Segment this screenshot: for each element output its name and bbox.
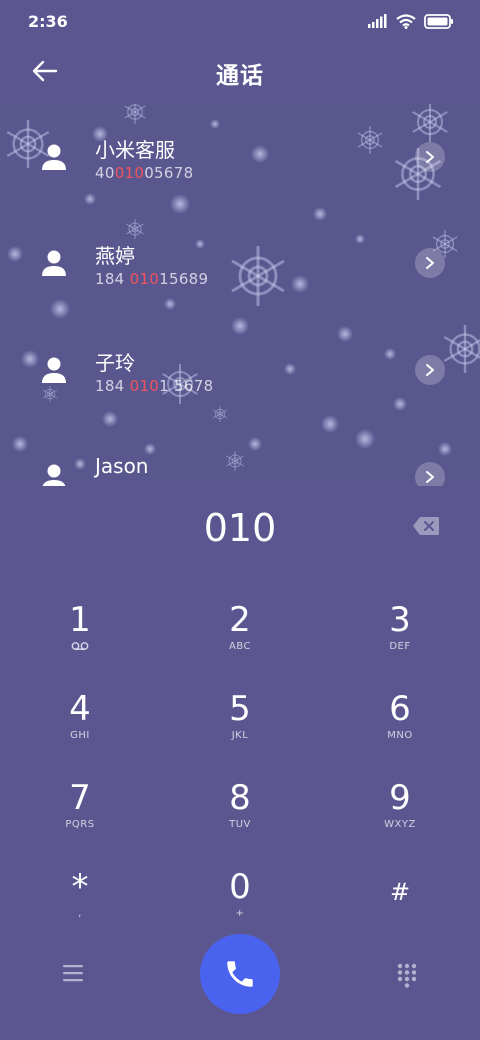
key-letters: TUV — [229, 819, 251, 830]
key-letters: , — [78, 908, 82, 919]
key-4[interactable]: 4 GHI — [20, 689, 140, 767]
key-letters: WXYZ — [384, 819, 416, 830]
key-digit: 7 — [69, 778, 91, 818]
backspace-icon[interactable] — [412, 516, 440, 536]
hamburger-menu-icon[interactable] — [60, 962, 86, 984]
key-letters: DEF — [389, 641, 411, 652]
key-9[interactable]: 9 WXYZ — [340, 778, 460, 856]
key-digit: * — [71, 867, 89, 907]
chevron-right-icon — [426, 257, 434, 269]
key-digit: 5 — [229, 689, 251, 729]
key-digit: 4 — [69, 689, 91, 729]
search-results[interactable]: 小米客服 4001005678 燕婷 184 01015689 子玲 184 0… — [0, 104, 480, 486]
key-3[interactable]: 3 DEF — [340, 600, 460, 678]
contact-name: 子玲 — [95, 351, 135, 375]
phone-icon — [227, 961, 253, 987]
contact-detail-button[interactable] — [415, 355, 445, 385]
chevron-right-icon — [426, 471, 434, 483]
contact-item[interactable]: 子玲 184 0101 5678 — [0, 317, 480, 423]
status-time: 2:36 — [28, 11, 68, 31]
key-digit: # — [389, 878, 411, 906]
key-2[interactable]: 2 ABC — [180, 600, 300, 678]
key-digit: 3 — [389, 600, 411, 640]
key-5[interactable]: 5 JKL — [180, 689, 300, 767]
number-part: 184 — [95, 270, 130, 288]
dialer-panel: 010 1 2 ABC 3 DEF 4 GHI 5 JKL 6 MNO 7 PQ… — [0, 486, 480, 1040]
number-part: 40 — [95, 164, 115, 182]
contact-name: Jason — [95, 454, 149, 478]
number-match: 010 — [114, 164, 145, 182]
key-digit: 9 — [389, 778, 411, 818]
contact-detail-button[interactable] — [415, 142, 445, 172]
person-icon — [42, 144, 66, 170]
number-part: 184 — [95, 377, 130, 395]
key-letters: PQRS — [65, 819, 95, 830]
person-icon — [42, 357, 66, 383]
chevron-right-icon — [426, 151, 434, 163]
key-digit: 8 — [229, 778, 251, 818]
dialer-bottom-bar — [0, 934, 480, 1014]
key-digit: 0 — [229, 867, 251, 907]
contact-detail-button[interactable] — [415, 462, 445, 486]
key-6[interactable]: 6 MNO — [340, 689, 460, 767]
person-icon — [42, 250, 66, 276]
key-digit: 2 — [229, 600, 251, 640]
chevron-right-icon — [426, 364, 434, 376]
page-title: 通话 — [216, 63, 264, 89]
contact-number: 184 01015689 — [95, 270, 208, 288]
voicemail-icon — [71, 642, 89, 650]
wifi-icon — [396, 13, 416, 29]
contact-name: 燕婷 — [95, 244, 135, 268]
contact-number: 4001005678 — [95, 164, 193, 182]
key-digit: 1 — [69, 600, 91, 640]
key-letters: JKL — [231, 730, 249, 741]
contact-item[interactable]: 小米客服 4001005678 — [0, 104, 480, 210]
number-part: 05678 — [144, 164, 194, 182]
key-letters: ABC — [228, 641, 251, 652]
key-letters: MNO — [387, 730, 413, 741]
key-8[interactable]: 8 TUV — [180, 778, 300, 856]
contact-item[interactable]: Jason — [0, 424, 480, 486]
contact-item[interactable]: 燕婷 184 01015689 — [0, 210, 480, 316]
back-arrow-icon[interactable] — [30, 56, 60, 86]
status-icons — [368, 13, 454, 29]
number-part: 1 5678 — [159, 377, 214, 395]
number-match: 010 — [129, 270, 160, 288]
key-digit: 6 — [389, 689, 411, 729]
contact-detail-button[interactable] — [415, 248, 445, 278]
signal-icon — [368, 14, 387, 28]
key-letters: + — [235, 908, 245, 919]
number-match: 010 — [129, 377, 160, 395]
key-1[interactable]: 1 — [20, 600, 140, 678]
key-7[interactable]: 7 PQRS — [20, 778, 140, 856]
call-button[interactable] — [200, 934, 280, 1014]
person-icon — [42, 464, 66, 486]
header: 通话 — [0, 42, 480, 104]
contact-number: 184 0101 5678 — [95, 377, 213, 395]
battery-icon — [424, 13, 453, 29]
contact-name: 小米客服 — [95, 138, 175, 162]
dialpad-icon[interactable] — [396, 962, 418, 988]
key-letters: GHI — [70, 730, 90, 741]
dialed-number: 010 — [203, 506, 277, 550]
number-part: 15689 — [159, 270, 209, 288]
status-bar: 2:36 — [0, 0, 480, 42]
